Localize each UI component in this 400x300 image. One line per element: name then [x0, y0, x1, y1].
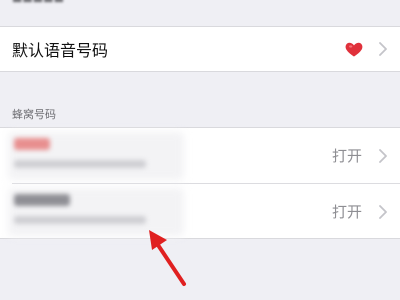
status-label: 打开 — [331, 147, 362, 165]
chevron-right-icon — [379, 205, 387, 219]
chevron-right-icon — [379, 42, 387, 56]
default-voice-group: 默认语音号码 — [0, 26, 400, 72]
chevron-right-icon — [379, 149, 387, 163]
heart-icon — [345, 42, 363, 57]
redacted-number-detail — [14, 216, 146, 224]
default-voice-number-label: 默认语音号码 — [12, 41, 109, 60]
default-voice-number-row[interactable]: 默认语音号码 — [0, 27, 400, 71]
cellular-number-row[interactable]: 打开 — [0, 128, 400, 183]
cellular-number-row[interactable]: 打开 — [0, 184, 400, 239]
annotation-arrow-icon — [149, 230, 186, 286]
blurred-section-caption: ▬▬▬▬▬ — [12, 0, 64, 6]
redacted-number-name — [14, 194, 70, 206]
status-label: 打开 — [331, 203, 362, 221]
redacted-number-name — [14, 138, 50, 150]
cellular-numbers-header: 蜂窝号码 — [12, 108, 56, 121]
cellular-numbers-group: 打开 打开 — [0, 127, 400, 239]
redacted-number-detail — [14, 160, 146, 168]
